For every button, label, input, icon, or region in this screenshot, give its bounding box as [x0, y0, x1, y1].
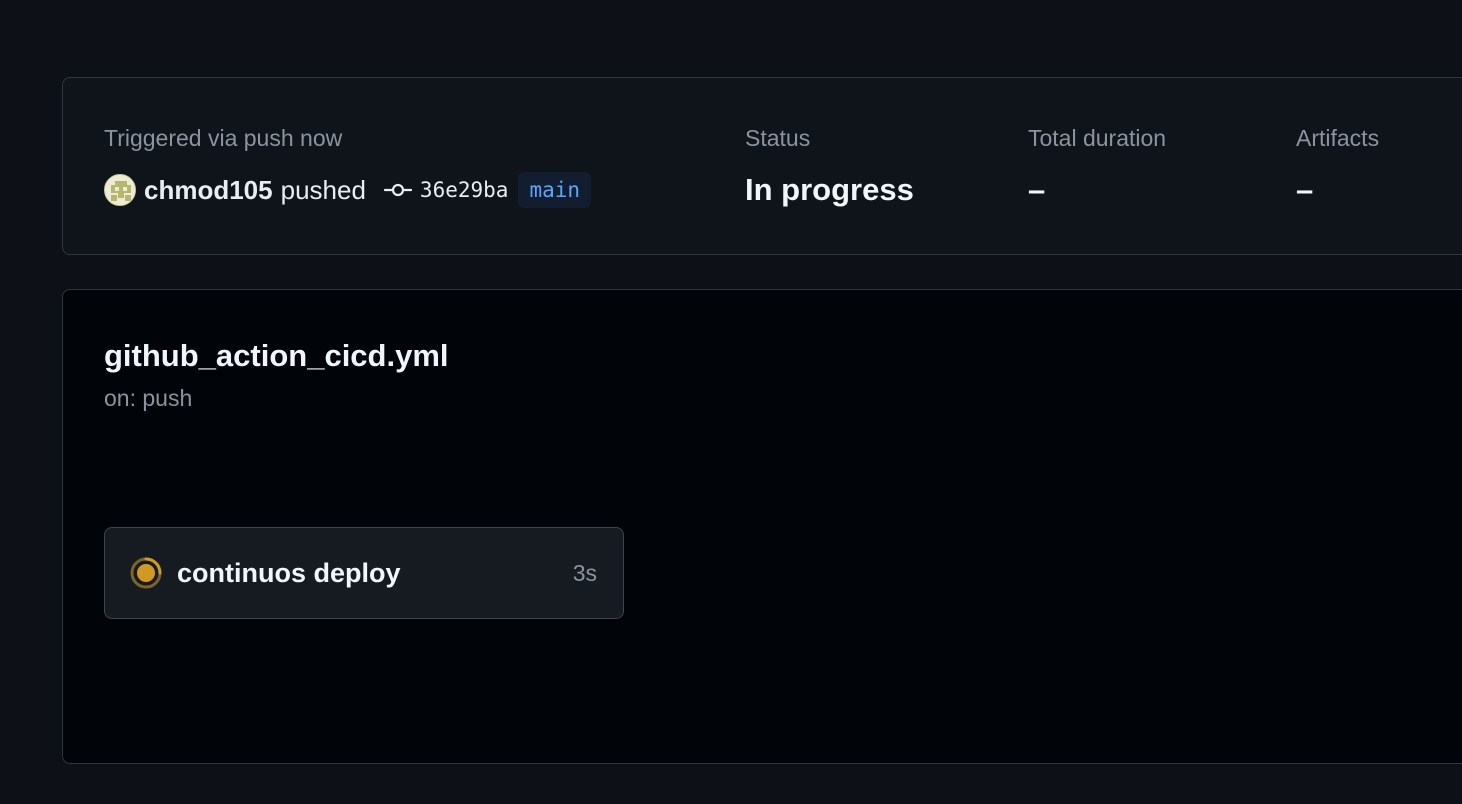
- workflow-trigger: on: push: [104, 385, 193, 411]
- artifacts-value: –: [1296, 172, 1314, 207]
- duration-value-row: –: [1028, 172, 1045, 208]
- actor-link[interactable]: chmod105: [144, 175, 273, 206]
- job-name: continuos deploy: [177, 557, 401, 588]
- status-label: Status: [745, 125, 811, 151]
- commit-sha-link[interactable]: 36e29ba: [420, 178, 509, 202]
- duration-value: –: [1028, 172, 1046, 207]
- workflow-graph-panel: github_action_cicd.yml on: push continuo…: [62, 289, 1462, 764]
- user-avatar-icon[interactable]: [104, 174, 136, 206]
- artifacts-value-row: –: [1296, 172, 1313, 208]
- status-value-row: In progress: [745, 172, 914, 208]
- job-card-continuos-deploy[interactable]: continuos deploy 3s: [104, 527, 624, 619]
- action-text: pushed: [280, 174, 366, 205]
- artifacts-label: Artifacts: [1296, 125, 1380, 151]
- workflow-file-name: github_action_cicd.yml: [104, 338, 449, 373]
- run-summary-card: Triggered via push now chmod105 pushed 3…: [62, 77, 1462, 255]
- job-duration: 3s: [572, 559, 597, 586]
- trigger-details: chmod105 pushed 36e29ba main: [104, 172, 592, 208]
- in-progress-status-icon: [129, 556, 163, 590]
- status-value: In progress: [745, 172, 914, 207]
- trigger-label: Triggered via push now: [104, 125, 343, 151]
- duration-label: Total duration: [1028, 125, 1167, 151]
- git-commit-icon: [383, 181, 412, 199]
- branch-badge[interactable]: main: [518, 172, 592, 208]
